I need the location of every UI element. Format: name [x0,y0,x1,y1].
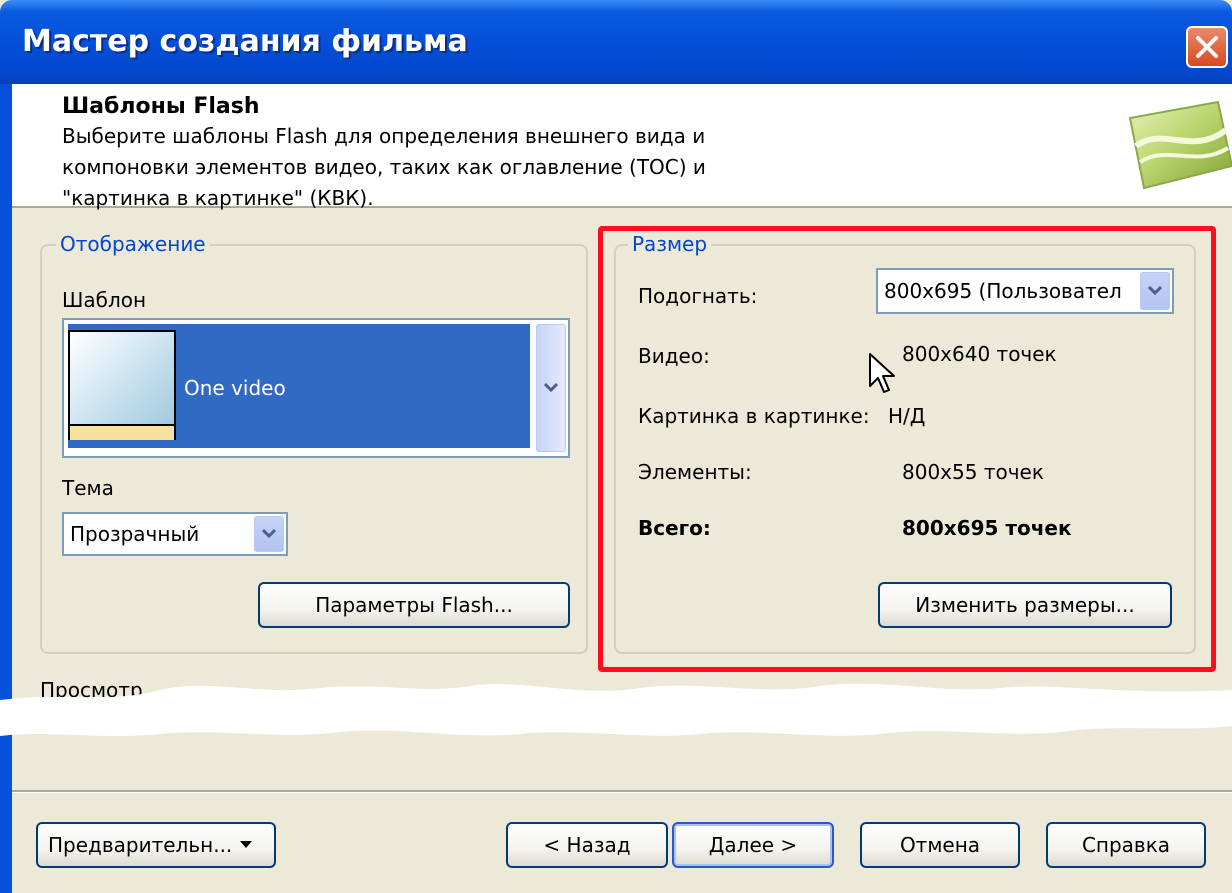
next-button[interactable]: Далее > [672,822,834,868]
mouse-cursor-icon [869,353,895,393]
theme-dropdown-arrow[interactable] [254,516,284,552]
page-title: Шаблоны Flash [62,94,260,119]
template-item-label: One video [184,376,286,400]
footer-separator [12,790,1232,793]
window-title: Мастер создания фильма [22,24,468,59]
template-thumbnail-bar [70,424,174,440]
torn-paper-overlay [0,683,1232,736]
help-button[interactable]: Справка [1046,822,1206,868]
caret-down-icon [240,841,253,848]
page-description: Выберите шаблоны Flash для определения в… [62,124,706,210]
theme-dropdown[interactable]: Прозрачный [62,512,288,556]
chevron-down-icon [262,529,276,539]
preview-dropdown-button[interactable]: Предварительн... [36,822,276,868]
display-group-legend: Отображение [56,232,210,256]
highlight-box [598,226,1216,672]
preview-dropdown-label: Предварительн... [48,833,233,857]
close-icon [1196,36,1218,58]
template-list-scroll-button[interactable] [536,324,566,452]
flash-template-icon [1128,100,1232,190]
theme-label: Тема [62,476,114,500]
template-label: Шаблон [62,288,147,312]
back-button[interactable]: < Назад [506,822,668,868]
chevron-down-icon [544,383,558,393]
flash-parameters-button[interactable]: Параметры Flash... [258,582,570,628]
window-frame-left [0,84,12,893]
theme-dropdown-value: Прозрачный [70,522,200,546]
close-button[interactable] [1186,26,1228,68]
cancel-button[interactable]: Отмена [860,822,1020,868]
